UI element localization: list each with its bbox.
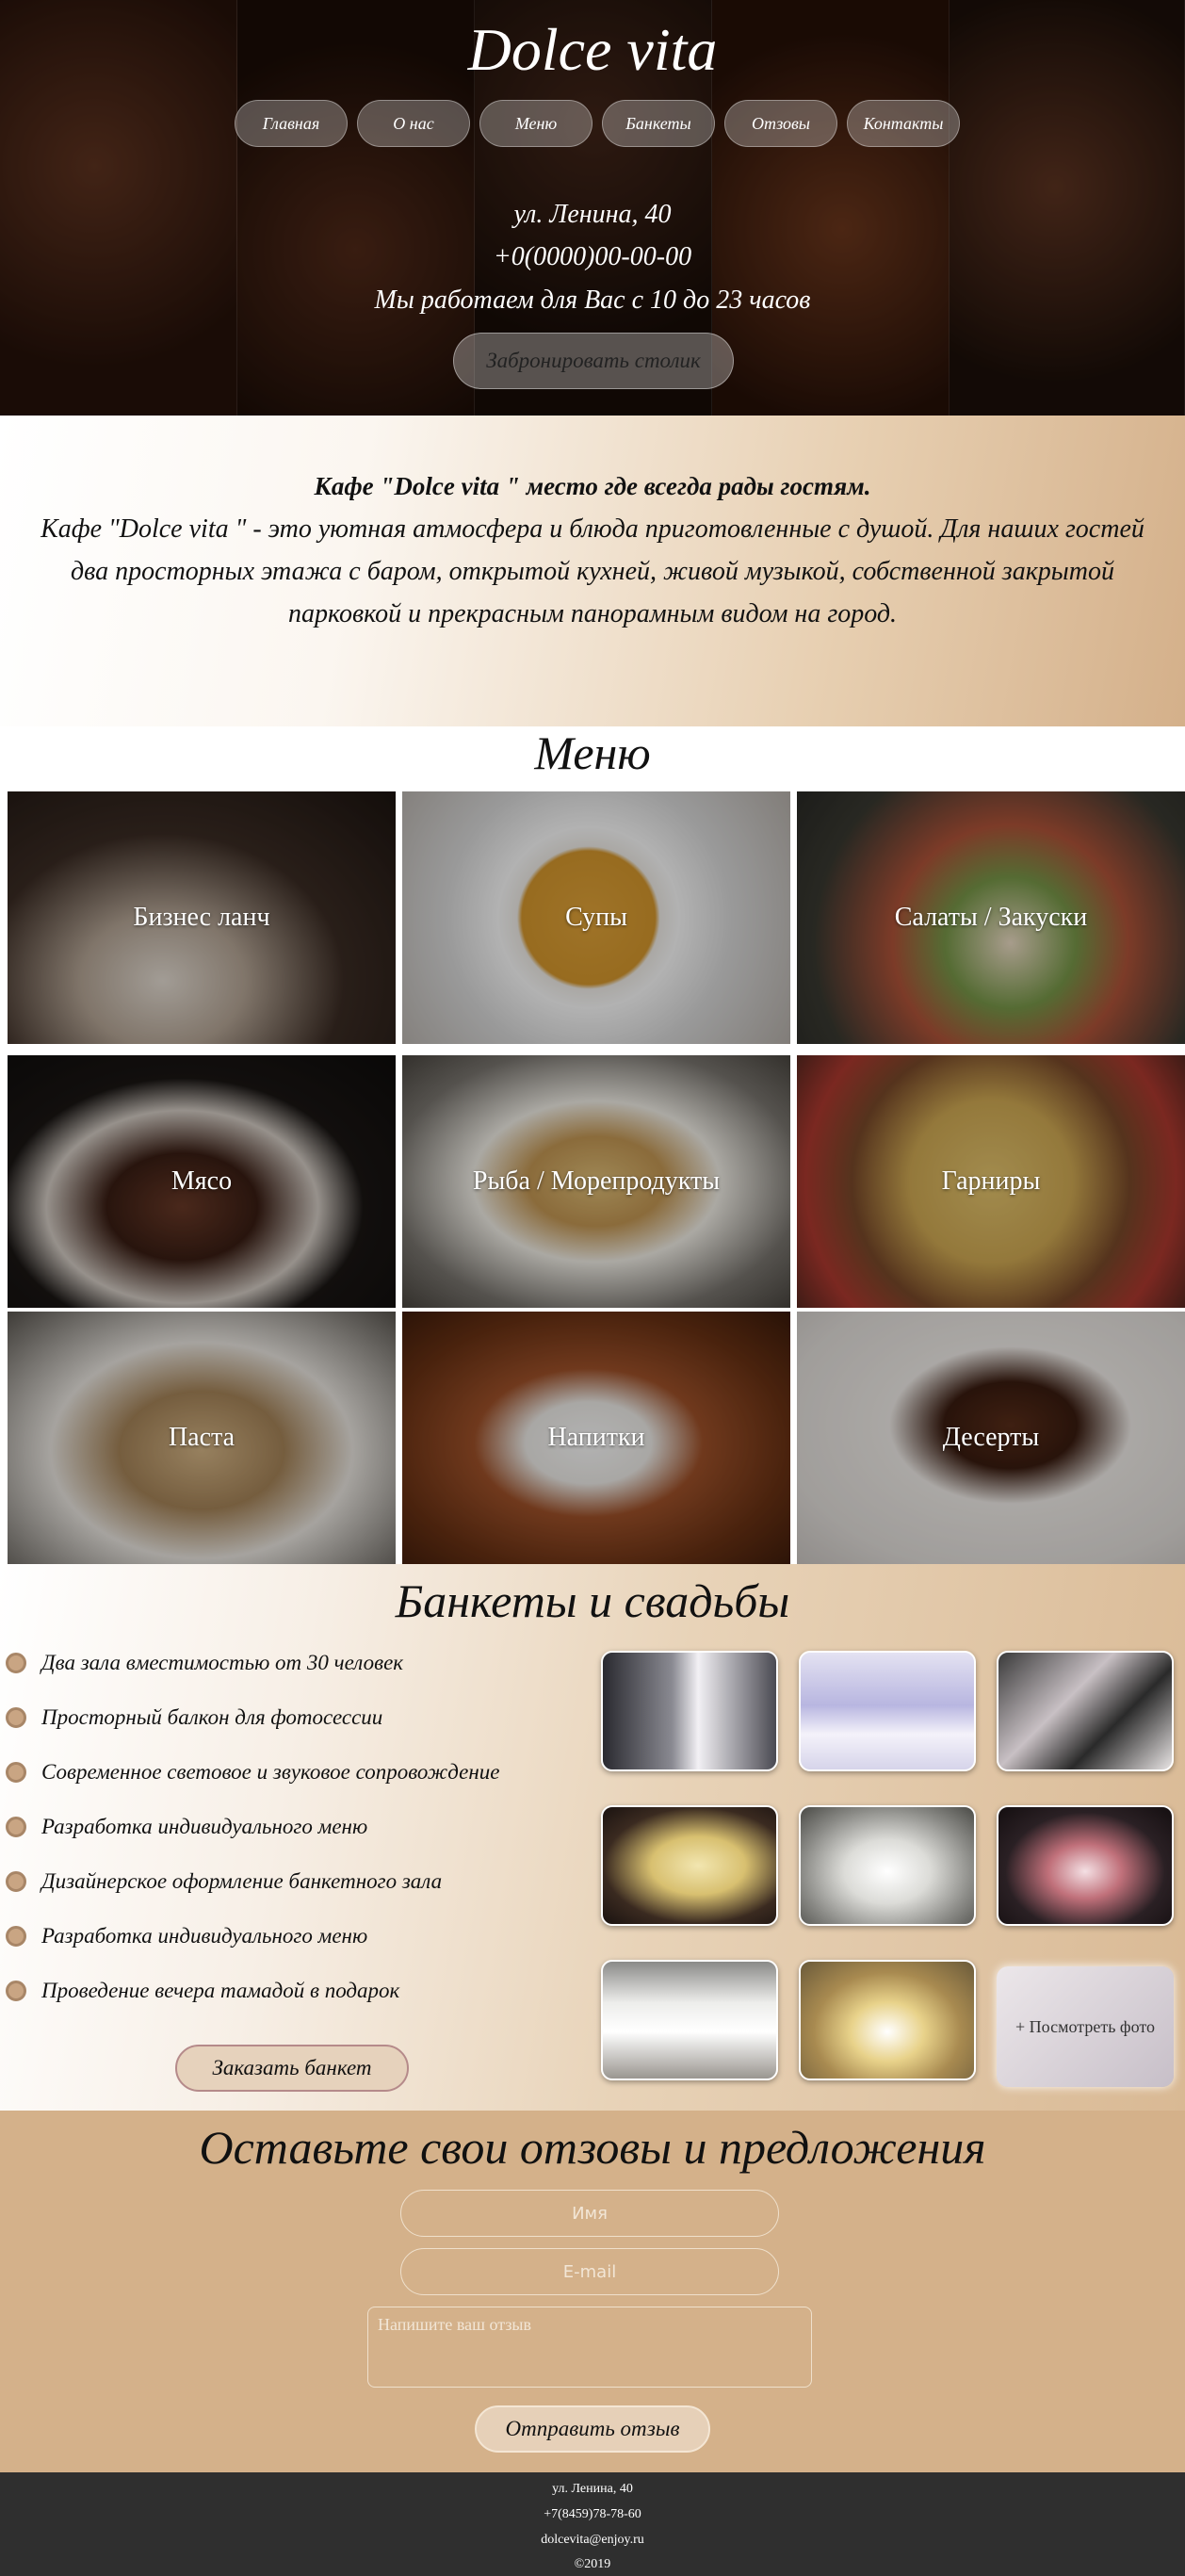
gallery-photo-bride[interactable] <box>601 1651 778 1771</box>
menu-tile-business-lunch[interactable]: Бизнес ланч <box>8 791 396 1044</box>
gallery-photo-hall[interactable] <box>799 1651 976 1771</box>
main-nav: Главная О нас Меню Банкеты Отзовы Контак… <box>235 100 960 147</box>
bullet-dot-icon <box>6 1871 26 1892</box>
bullet-dot-icon <box>6 1762 26 1783</box>
feature-item: Просторный балкон для фотосессии <box>6 1705 382 1730</box>
menu-tile-fish[interactable]: Рыба / Морепродукты <box>402 1055 790 1308</box>
bullet-dot-icon <box>6 1817 26 1837</box>
footer: ул. Ленина, 40 +7(8459)78-78-60 dolcevit… <box>0 2472 1185 2576</box>
order-banquet-button[interactable]: Заказать банкет <box>175 2045 409 2092</box>
reviews-section: Оставьте свои отзовы и предложения Отпра… <box>0 2111 1185 2472</box>
menu-tile-desserts[interactable]: Десерты <box>797 1312 1185 1564</box>
send-review-button[interactable]: Отправить отзыв <box>475 2405 710 2453</box>
menu-tile-label: Бизнес ланч <box>133 903 270 932</box>
gallery-photo-wedding-cake[interactable] <box>997 1805 1174 1926</box>
bullet-dot-icon <box>6 1707 26 1728</box>
feature-text: Проведение вечера тамадой в подарок <box>41 1979 400 2002</box>
footer-email[interactable]: dolcevita@enjoy.ru <box>0 2533 1185 2548</box>
feature-item: Проведение вечера тамадой в подарок <box>6 1979 399 2003</box>
menu-tile-drinks[interactable]: Напитки <box>402 1312 790 1564</box>
menu-tile-label: Салаты / Закуски <box>894 903 1088 932</box>
menu-tile-label: Паста <box>168 1423 235 1452</box>
feature-text: Разработка индивидуального меню <box>41 1924 368 1948</box>
feature-item: Разработка индивидуального меню <box>6 1815 367 1839</box>
about-section: Кафе "Dolce vita " место где всегда рады… <box>0 416 1185 726</box>
reviews-title: Оставьте свои отзовы и предложения <box>199 2121 986 2174</box>
menu-tile-label: Мясо <box>170 1166 233 1196</box>
menu-tile-label: Напитки <box>547 1423 645 1452</box>
feature-text: Просторный балкон для фотосессии <box>41 1705 383 1729</box>
feature-item: Дизайнерское оформление банкетного зала <box>6 1869 442 1894</box>
about-text: Кафе "Dolce vita " - это уютная атмосфер… <box>41 514 1144 628</box>
hero-phone: +0(0000)00-00-00 <box>493 242 692 271</box>
menu-tile-label: Рыба / Морепродукты <box>472 1166 721 1196</box>
gallery-photo-table[interactable] <box>799 1805 976 1926</box>
gallery-photo-chairs[interactable] <box>601 1960 778 2080</box>
footer-copyright: ©2019 <box>574 2557 611 2571</box>
bullet-dot-icon <box>6 1653 26 1673</box>
name-field[interactable] <box>400 2190 779 2237</box>
banquets-title: Банкеты и свадьбы <box>395 1574 790 1627</box>
menu-title: Меню <box>534 726 651 779</box>
feature-item: Два зала вместимостью от 30 человек <box>6 1651 403 1675</box>
menu-tile-label: Гарниры <box>941 1166 1041 1196</box>
footer-phone[interactable]: +7(8459)78-78-60 <box>0 2507 1185 2522</box>
menu-tile-soups[interactable]: Супы <box>402 791 790 1044</box>
feature-text: Два зала вместимостью от 30 человек <box>41 1651 404 1674</box>
menu-tile-salads[interactable]: Салаты / Закуски <box>797 791 1185 1044</box>
hero-hours: Мы работаем для Вас с 10 до 23 часов <box>374 285 811 315</box>
nav-menu[interactable]: Меню <box>479 100 592 147</box>
email-field[interactable] <box>400 2248 779 2295</box>
nav-home[interactable]: Главная <box>235 100 348 147</box>
hero-header: Dolce vita Главная О нас Меню Банкеты От… <box>0 0 1185 416</box>
menu-tile-label: Десерты <box>942 1423 1040 1452</box>
menu-tile-label: Супы <box>565 903 627 932</box>
nav-reviews[interactable]: Отзовы <box>724 100 837 147</box>
nav-banquets[interactable]: Банкеты <box>602 100 715 147</box>
bullet-dot-icon <box>6 1981 26 2001</box>
feature-item: Разработка индивидуального меню <box>6 1924 367 1948</box>
more-photos-button[interactable]: + Посмотреть фото <box>997 1966 1174 2087</box>
feature-text: Дизайнерское оформление банкетного зала <box>41 1869 443 1893</box>
gallery-photo-guests[interactable] <box>997 1651 1174 1771</box>
review-textarea[interactable] <box>367 2307 812 2388</box>
nav-about[interactable]: О нас <box>357 100 470 147</box>
menu-tile-pasta[interactable]: Паста <box>8 1312 396 1564</box>
book-table-button[interactable]: Забронировать столик <box>453 333 734 389</box>
about-heading: Кафе "Dolce vita " место где всегда рады… <box>314 472 871 500</box>
footer-address: ул. Ленина, 40 <box>552 2482 633 2496</box>
feature-text: Разработка индивидуального меню <box>41 1815 368 1838</box>
feature-text: Современное световое и звуковое сопровож… <box>41 1760 500 1784</box>
menu-tile-meat[interactable]: Мясо <box>8 1055 396 1308</box>
nav-contacts[interactable]: Контакты <box>847 100 960 147</box>
feature-item: Современное световое и звуковое сопровож… <box>6 1760 499 1785</box>
site-title: Dolce vita <box>467 16 718 83</box>
hero-address: ул. Ленина, 40 <box>513 200 672 229</box>
bullet-dot-icon <box>6 1926 26 1947</box>
menu-tile-sides[interactable]: Гарниры <box>797 1055 1185 1308</box>
gallery-photo-cake[interactable] <box>601 1805 778 1926</box>
gallery-photo-decor[interactable] <box>799 1960 976 2080</box>
